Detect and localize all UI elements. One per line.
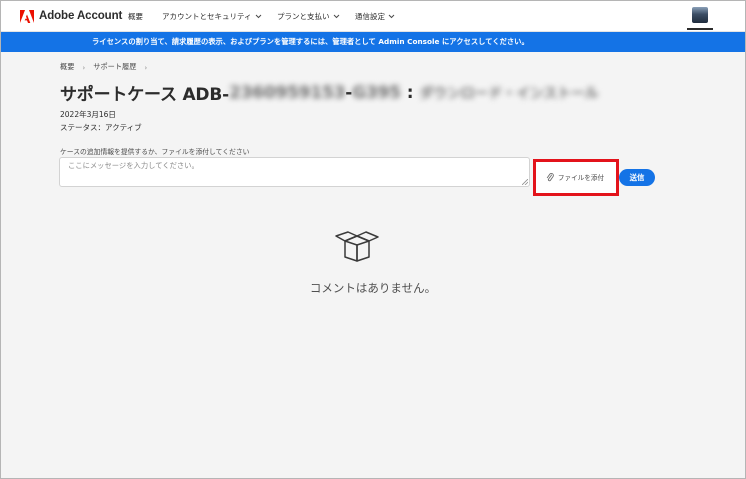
case-status: ステータス：アクティブ (60, 123, 142, 132)
top-navigation: Adobe Account 概要 アカウントとセキュリティ プランと支払い 通信… (1, 1, 745, 32)
brand-name: Adobe Account (39, 10, 123, 22)
case-id-hyphen: - (345, 82, 353, 103)
adobe-account-home-link[interactable]: Adobe Account (20, 9, 123, 23)
title-colon: : (406, 82, 414, 103)
attach-file-button[interactable]: ファイルを添付 (538, 165, 612, 189)
nav-plans-payments[interactable]: プランと支払い (277, 1, 340, 32)
nav-overview-label: 概要 (128, 12, 143, 21)
case-subject-redacted: ダウンロード・インストール (419, 85, 599, 102)
attach-file-label: ファイルを添付 (557, 174, 605, 182)
case-title-prefix: サポートケース ADB- (60, 85, 229, 105)
message-input[interactable] (59, 157, 530, 187)
case-id-redacted-part1: 2360959153 (228, 82, 346, 103)
nav-overview[interactable]: 概要 (128, 1, 143, 32)
chevron-down-icon (388, 14, 395, 19)
nav-account-security[interactable]: アカウントとセキュリティ (162, 1, 262, 32)
nav-account-security-label: アカウントとセキュリティ (162, 12, 252, 21)
nav-communication-settings-label: 通信設定 (355, 12, 385, 21)
comment-field-label: ケースの追加情報を提供するか、ファイルを添付してください (60, 148, 250, 156)
open-box-icon (335, 231, 379, 262)
breadcrumb-support-history-link[interactable]: サポート履歴 (93, 62, 136, 72)
breadcrumb-separator-icon: › (144, 62, 148, 72)
breadcrumb-separator-icon: › (82, 62, 86, 72)
case-id-redacted-part2: G395 (352, 82, 401, 103)
profile-menu-button[interactable] (687, 4, 713, 30)
breadcrumb-overview-link[interactable]: 概要 (60, 62, 74, 72)
paperclip-icon (546, 172, 554, 182)
empty-state-message: コメントはありません。 (309, 281, 437, 295)
nav-plans-payments-label: プランと支払い (277, 12, 330, 21)
chevron-down-icon (333, 14, 339, 19)
adobe-logo-icon (20, 9, 34, 23)
page-title: サポートケース ADB- 2360959153 - G395 : ダウンロード・… (60, 80, 599, 106)
case-date: 2022年3月16日 (60, 110, 116, 119)
banner-text: ライセンスの割り当て、請求履歴の表示、およびプランを管理するには、管理者として … (92, 37, 529, 46)
avatar (692, 7, 708, 23)
chevron-down-icon (255, 14, 261, 19)
nav-communication-settings[interactable]: 通信設定 (355, 1, 395, 32)
breadcrumb: 概要 › サポート履歴 › (60, 62, 155, 72)
admin-console-banner: ライセンスの割り当て、請求履歴の表示、およびプランを管理するには、管理者として … (1, 32, 745, 52)
send-button[interactable]: 送信 (619, 169, 655, 186)
resize-handle-icon[interactable] (522, 179, 528, 185)
